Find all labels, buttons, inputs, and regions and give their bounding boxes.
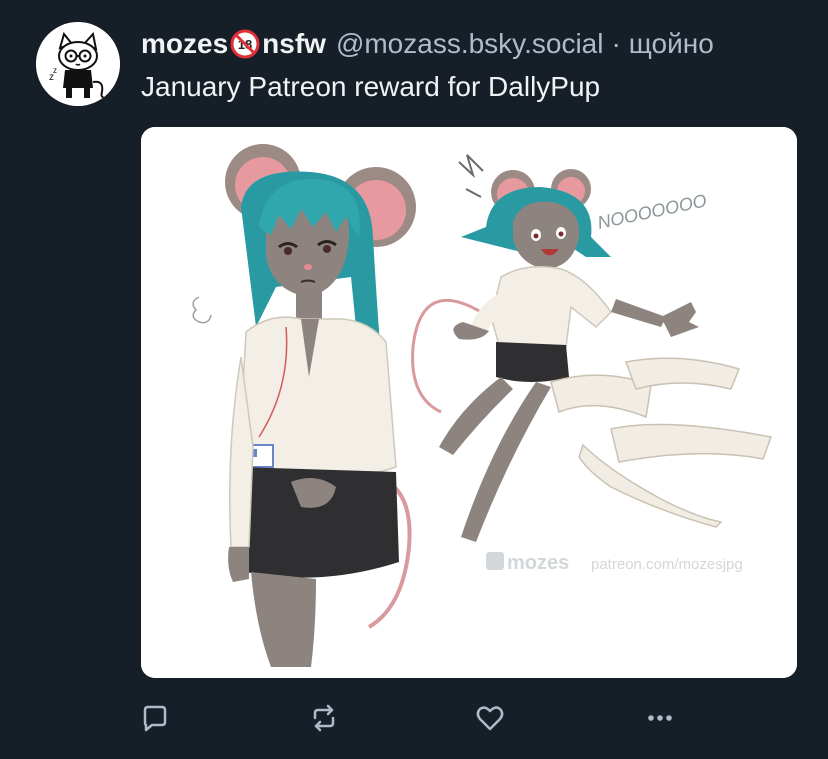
ellipsis-icon [648, 715, 672, 721]
svg-text:z: z [53, 66, 57, 75]
post: z z mozes 18 nsfw @mozass.bsky.social · … [0, 0, 828, 759]
post-text: January Patreon reward for DallyPup [141, 71, 601, 102]
avatar[interactable]: z z [36, 22, 120, 106]
nsfw-label[interactable]: nsfw [262, 26, 326, 62]
post-actions [0, 700, 828, 736]
cartoon-cat-with-glasses-avatar-icon: z z [36, 22, 120, 106]
heart-icon [476, 706, 504, 731]
no-under-18-icon: 18 [230, 29, 260, 59]
watermark-url-text: patreon.com/mozesjpg [591, 556, 743, 573]
repost-button[interactable] [306, 700, 342, 736]
reply-icon [143, 705, 167, 732]
post-image[interactable]: NOOOOOOO mozes patreon.com/mozesjpg [141, 127, 797, 678]
illustration-artwork: NOOOOOOO mozes patreon.com/mozesjpg [141, 127, 797, 678]
post-header: mozes 18 nsfw @mozass.bsky.social · щойн… [141, 26, 714, 62]
repost-icon [313, 704, 335, 732]
like-button[interactable] [472, 700, 508, 736]
watermark: mozes patreon.com/mozesjpg [486, 552, 743, 574]
display-name[interactable]: mozes [141, 26, 228, 62]
separator-dot: · [611, 28, 621, 59]
reply-button[interactable] [137, 700, 173, 736]
post-timestamp[interactable]: щойно [629, 26, 714, 62]
more-options-button[interactable] [642, 700, 678, 736]
watermark-logo-text: mozes [507, 552, 569, 574]
user-handle[interactable]: @mozass.bsky.social [336, 26, 604, 62]
